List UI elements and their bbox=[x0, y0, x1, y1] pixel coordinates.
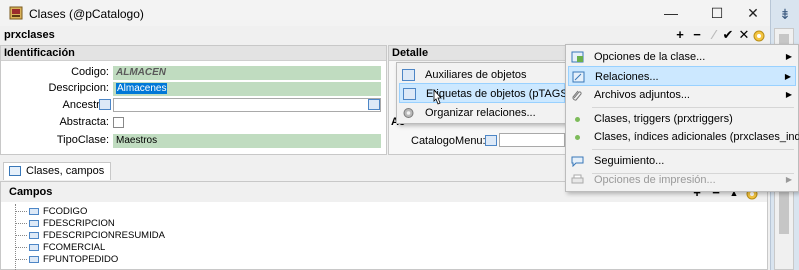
campos-title: Campos bbox=[9, 186, 53, 198]
menu-item-organizar[interactable]: Organizar relaciones... bbox=[399, 103, 565, 123]
tag-icon bbox=[403, 88, 416, 100]
tab-label: Clases, campos bbox=[26, 165, 105, 177]
field-icon bbox=[29, 207, 39, 215]
ancestro-browse-icon[interactable] bbox=[368, 99, 380, 110]
field-icon bbox=[29, 255, 39, 263]
tipoclase-field[interactable]: Maestros bbox=[113, 134, 381, 148]
pin-icon[interactable]: ⇟ bbox=[778, 6, 792, 22]
descripcion-field[interactable]: Almacenes bbox=[113, 82, 381, 96]
descripcion-selected-text: Almacenes bbox=[116, 83, 168, 94]
list-item[interactable]: FDESCRIPCIONRESUMIDA bbox=[15, 230, 165, 241]
menu-separator bbox=[592, 149, 794, 150]
settings-icon[interactable] bbox=[752, 29, 766, 43]
abstracta-checkbox[interactable] bbox=[113, 117, 124, 128]
submenu-arrow-icon: ▶ bbox=[785, 175, 792, 184]
identificacion-header: Identificación bbox=[1, 46, 386, 61]
paperclip-icon bbox=[572, 90, 582, 101]
submenu-arrow-icon: ▶ bbox=[784, 72, 791, 81]
context-menu: Opciones de la clase... ▶ Relaciones... … bbox=[565, 44, 799, 192]
window-title: Clases (@pCatalogo) bbox=[29, 7, 144, 21]
ancestro-field[interactable] bbox=[113, 98, 381, 112]
list-item[interactable]: FCODIGO bbox=[15, 206, 87, 217]
relations-icon bbox=[572, 71, 585, 83]
gear-icon bbox=[403, 108, 414, 118]
field-icon bbox=[29, 231, 39, 239]
menu-item-archivos-adjuntos[interactable]: Archivos adjuntos... ▶ bbox=[568, 85, 796, 105]
title-bar: Clases (@pCatalogo) — ☐ ✕ bbox=[0, 0, 770, 26]
mouse-cursor-icon bbox=[433, 89, 442, 105]
list-item[interactable]: FCOMERCIAL bbox=[15, 242, 105, 253]
abstracta-label: Abstracta: bbox=[59, 116, 109, 128]
field-icon bbox=[29, 219, 39, 227]
catalogomenu-lookup-icon[interactable] bbox=[485, 135, 497, 146]
campos-panel: Campos + − ▲ FCODIGO FDESCRIPCION FDESCR… bbox=[0, 181, 768, 270]
app-icon bbox=[9, 6, 23, 20]
field-icon bbox=[29, 243, 39, 251]
menu-item-triggers[interactable]: Clases, triggers (prxtriggers) bbox=[568, 109, 796, 129]
dot-icon bbox=[575, 117, 580, 122]
catalogomenu-label: CatalogoMenu: bbox=[411, 135, 486, 147]
codigo-label: Codigo: bbox=[71, 66, 109, 78]
add-button[interactable]: + bbox=[672, 27, 688, 43]
ancestro-lookup-icon[interactable] bbox=[99, 99, 111, 110]
menu-item-indices[interactable]: Clases, índices adicionales (prxclases_i… bbox=[568, 127, 799, 147]
menu-item-opciones-clase[interactable]: Opciones de la clase... ▶ bbox=[568, 47, 796, 67]
identificacion-panel: Identificación Codigo: ALMACEN Descripci… bbox=[0, 45, 387, 155]
menu-separator bbox=[592, 107, 794, 108]
dot-icon bbox=[575, 135, 580, 140]
list-item[interactable]: FDESCRIPCION bbox=[15, 218, 115, 229]
detalle-header: Detalle bbox=[389, 46, 567, 61]
chat-icon bbox=[571, 156, 584, 167]
menu-item-relaciones[interactable]: Relaciones... ▶ bbox=[568, 66, 796, 86]
menu-item-opciones-impresion[interactable]: Opciones de impresión... ▶ bbox=[568, 170, 796, 190]
cancel-button[interactable]: ✕ bbox=[736, 27, 752, 43]
minimize-button[interactable]: — bbox=[648, 0, 694, 26]
codigo-field[interactable]: ALMACEN bbox=[113, 66, 381, 80]
relaciones-submenu: Auxiliares de objetos Etiquetas de objet… bbox=[396, 62, 571, 124]
menu-item-seguimiento[interactable]: Seguimiento... bbox=[568, 151, 796, 171]
catalogomenu-field[interactable] bbox=[499, 133, 565, 147]
print-icon bbox=[571, 174, 584, 184]
menu-item-auxiliares[interactable]: Auxiliares de objetos bbox=[399, 65, 565, 85]
table-icon bbox=[9, 166, 21, 176]
submenu-arrow-icon: ▶ bbox=[785, 90, 792, 99]
confirm-button[interactable]: ✔ bbox=[720, 27, 736, 43]
options-icon bbox=[571, 51, 584, 63]
tipoclase-label: TipoClase: bbox=[56, 134, 109, 146]
table-name: prxclases bbox=[4, 29, 55, 41]
menu-item-etiquetas[interactable]: Etiquetas de objetos (pTAGS) bbox=[399, 83, 571, 103]
submenu-arrow-icon: ▶ bbox=[785, 52, 792, 61]
remove-button[interactable]: − bbox=[689, 27, 705, 43]
record-toolbar: prxclases + − ⁄ ✔ ✕ bbox=[0, 26, 770, 44]
descripcion-label: Descripcion: bbox=[48, 82, 109, 94]
tab-clases-campos[interactable]: Clases, campos bbox=[3, 162, 112, 180]
list-item[interactable]: FPUNTOPEDIDO bbox=[15, 254, 118, 265]
list-icon bbox=[402, 69, 415, 81]
